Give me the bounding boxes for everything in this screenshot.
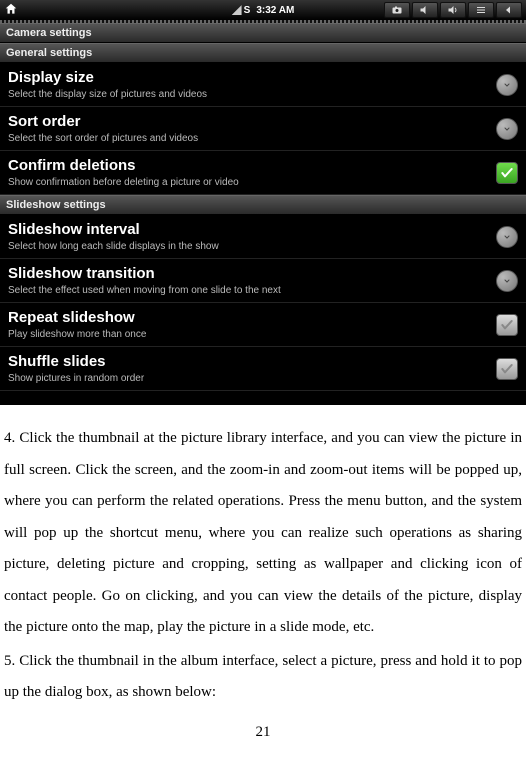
- chevron-down-icon[interactable]: [496, 118, 518, 140]
- row-title: Slideshow transition: [8, 265, 496, 283]
- row-title: Repeat slideshow: [8, 309, 496, 327]
- row-subtitle: Select how long each slide displays in t…: [8, 241, 496, 252]
- row-subtitle: Play slideshow more than once: [8, 329, 496, 340]
- row-subtitle: Select the display size of pictures and …: [8, 89, 496, 100]
- document-body: 4. Click the thumbnail at the picture li…: [0, 405, 526, 760]
- row-title: Shuffle slides: [8, 353, 496, 371]
- row-subtitle: Select the sort order of pictures and vi…: [8, 133, 496, 144]
- row-subtitle: Select the effect used when moving from …: [8, 285, 496, 296]
- settings-row[interactable]: Sort order Select the sort order of pictu…: [0, 107, 526, 151]
- row-subtitle: Show pictures in random order: [8, 373, 496, 384]
- row-title: Sort order: [8, 113, 496, 131]
- signal-label: S: [244, 5, 251, 16]
- back-icon[interactable]: [496, 2, 522, 18]
- settings-row[interactable]: Repeat slideshow Play slideshow more than…: [0, 303, 526, 347]
- screen-title: Camera settings: [0, 23, 526, 43]
- chevron-down-icon[interactable]: [496, 270, 518, 292]
- menu-icon[interactable]: [468, 2, 494, 18]
- camera-icon[interactable]: [384, 2, 410, 18]
- settings-row[interactable]: Display size Select the display size of p…: [0, 63, 526, 107]
- status-time: 3:32 AM: [256, 5, 294, 16]
- section-header: Slideshow settings: [0, 195, 526, 215]
- volume-up-icon[interactable]: [440, 2, 466, 18]
- chevron-down-icon[interactable]: [496, 74, 518, 96]
- signal-icon: S: [232, 5, 251, 16]
- settings-row[interactable]: Slideshow transition Select the effect us…: [0, 259, 526, 303]
- row-subtitle: Show confirmation before deleting a pict…: [8, 177, 496, 188]
- chevron-down-icon[interactable]: [496, 226, 518, 248]
- section-header: General settings: [0, 43, 526, 63]
- checkbox[interactable]: [496, 358, 518, 380]
- settings-row[interactable]: Shuffle slides Show pictures in random or…: [0, 347, 526, 391]
- home-icon[interactable]: [4, 2, 18, 19]
- row-title: Display size: [8, 69, 496, 87]
- paragraph-4: 4. Click the thumbnail at the picture li…: [4, 423, 522, 644]
- paragraph-5: 5. Click the thumbnail in the album inte…: [4, 646, 522, 709]
- status-bar: S 3:32 AM: [0, 0, 526, 20]
- volume-down-icon[interactable]: [412, 2, 438, 18]
- settings-row[interactable]: Slideshow interval Select how long each s…: [0, 215, 526, 259]
- row-title: Slideshow interval: [8, 221, 496, 239]
- android-settings-screenshot: S 3:32 AM Camera settings General settin…: [0, 0, 526, 405]
- row-title: Confirm deletions: [8, 157, 496, 175]
- settings-row[interactable]: Confirm deletions Show confirmation befor…: [0, 151, 526, 195]
- page-number: 21: [4, 717, 522, 749]
- checkbox[interactable]: [496, 162, 518, 184]
- checkbox[interactable]: [496, 314, 518, 336]
